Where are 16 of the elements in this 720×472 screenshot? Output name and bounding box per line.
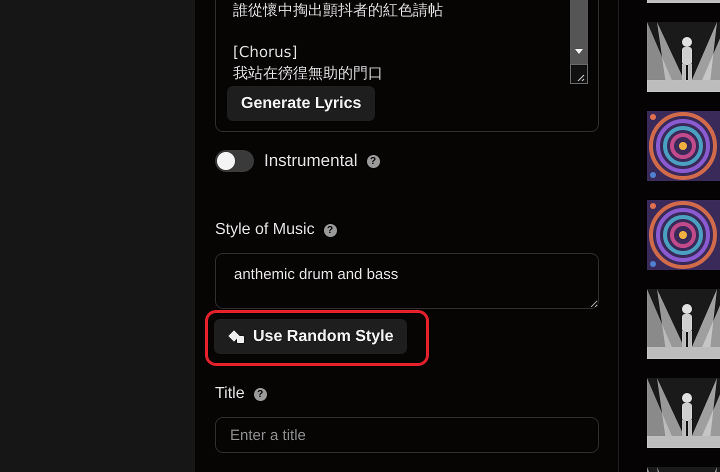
help-icon[interactable]: ?: [254, 388, 267, 400]
dice-icon: [228, 330, 245, 344]
lyrics-field[interactable]: 誰從懷中掏出顫抖者的紅色請帖 [Chorus] 我站在徬徨無助的門口: [226, 0, 588, 86]
lyrics-line: [Chorus]: [233, 42, 298, 63]
instrumental-toggle[interactable]: [215, 150, 254, 172]
field-label: Title: [215, 385, 245, 403]
title-field[interactable]: Enter a title: [215, 417, 599, 453]
field-label: Style of Music: [215, 221, 315, 239]
lyrics-line: 誰從懷中掏出顫抖者的紅色請帖: [233, 0, 443, 21]
help-icon[interactable]: ?: [324, 224, 337, 236]
random-style-button[interactable]: Use Random Style: [214, 319, 408, 354]
style-field[interactable]: anthemic drum and bass: [215, 253, 599, 309]
generate-lyrics-button[interactable]: Generate Lyrics: [227, 86, 376, 121]
toggle-label: Instrumental: [264, 151, 358, 171]
lyrics-line: 我站在徬徨無助的門口: [233, 63, 383, 84]
help-icon[interactable]: ?: [366, 154, 380, 168]
